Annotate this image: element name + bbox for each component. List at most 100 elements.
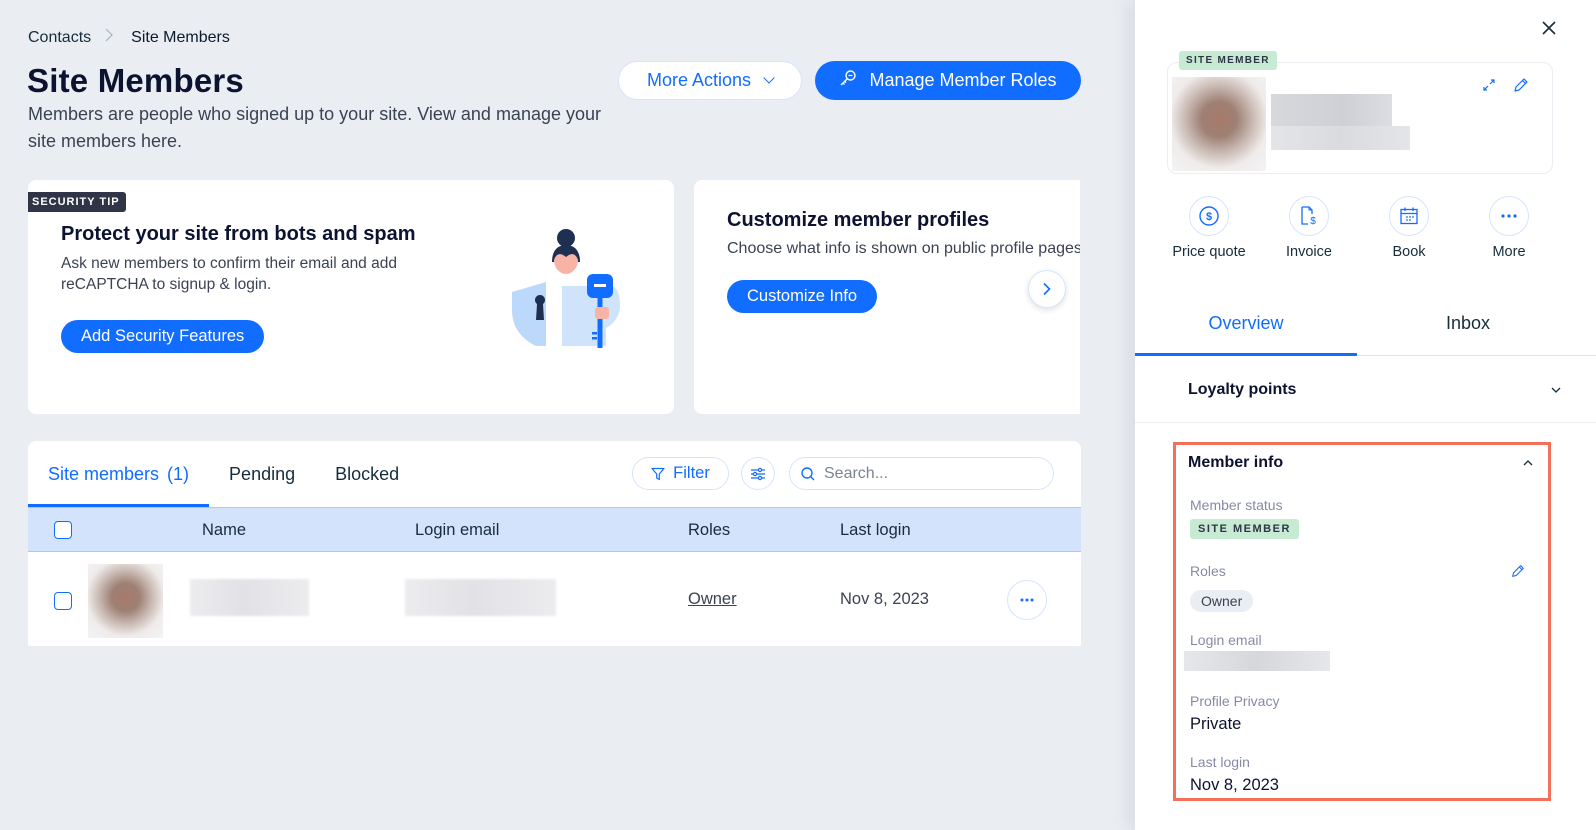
quick-action-label: Invoice [1286, 244, 1332, 260]
customize-profiles-card: Customize member profiles Choose what in… [694, 180, 1080, 414]
loyalty-points-section[interactable]: Loyalty points [1135, 357, 1596, 423]
profile-privacy-value: Private [1190, 715, 1242, 733]
quick-action-label: More [1492, 244, 1526, 260]
table-header: Name Login email Roles Last login [28, 507, 1081, 552]
tab-pending[interactable]: Pending [209, 441, 315, 507]
quick-action-label: Book [1392, 244, 1426, 260]
tab-label: Site members [48, 463, 160, 484]
quick-actions: $ Price quote $ Invoice Book More [1159, 196, 1579, 260]
table-settings-button[interactable] [741, 457, 775, 490]
member-details-panel: SITE MEMBER $ Price quote $ Invoice Book [1135, 0, 1596, 830]
breadcrumb-current: Site Members [131, 28, 230, 46]
tab-site-members[interactable]: Site members (1) [28, 441, 210, 507]
manage-member-roles-button[interactable]: Manage Member Roles [815, 61, 1081, 100]
roles-label: Roles [1190, 563, 1226, 579]
svg-text:$: $ [1310, 216, 1316, 227]
chevron-down-icon [763, 72, 775, 84]
row-checkbox[interactable] [54, 592, 72, 610]
book-action[interactable]: Book [1359, 196, 1459, 260]
chevron-down-icon [1551, 387, 1561, 393]
member-info-section: Member info Member status SITE MEMBER Ro… [1173, 442, 1551, 801]
tab-inbox[interactable]: Inbox [1357, 292, 1579, 355]
avatar [88, 564, 163, 638]
close-panel-button[interactable] [1538, 17, 1560, 39]
role-link[interactable]: Owner [688, 590, 737, 609]
security-card-description: Ask new members to confirm their email a… [61, 255, 397, 293]
dollar-icon: $ [1199, 206, 1219, 226]
last-login-label: Last login [1190, 754, 1250, 770]
more-actions-button[interactable]: More Actions [618, 61, 802, 100]
members-tabs: Site members (1) Pending Blocked [28, 441, 419, 507]
profile-name-redacted [1271, 94, 1392, 126]
members-table: Site members (1) Pending Blocked Filter … [28, 441, 1081, 646]
column-header-roles[interactable]: Roles [688, 521, 730, 540]
pencil-icon [1512, 565, 1524, 577]
edit-roles-button[interactable] [1510, 563, 1526, 579]
tab-blocked[interactable]: Blocked [315, 441, 419, 507]
filter-button[interactable]: Filter [632, 457, 729, 490]
column-header-last-login[interactable]: Last login [840, 521, 911, 540]
breadcrumb-contacts[interactable]: Contacts [28, 29, 91, 47]
column-header-email[interactable]: Login email [415, 521, 499, 540]
main-content: Contacts Site Members Site Members Membe… [0, 0, 1135, 830]
member-status-label: Member status [1190, 497, 1283, 513]
close-icon [1542, 21, 1556, 35]
member-name-redacted [190, 579, 309, 616]
last-login-value: Nov 8, 2023 [1190, 776, 1279, 794]
member-status-tag: SITE MEMBER [1179, 51, 1277, 70]
breadcrumb: Contacts Site Members [28, 28, 230, 47]
role-chip: Owner [1190, 590, 1254, 612]
price-quote-action[interactable]: $ Price quote [1159, 196, 1259, 260]
expand-icon [1483, 79, 1495, 91]
edit-profile-button[interactable] [1512, 76, 1530, 94]
security-card-title: Protect your site from bots and spam [61, 223, 416, 245]
row-more-actions-button[interactable] [1007, 580, 1047, 620]
customize-card-description: Choose what info is shown on public prof… [727, 240, 1080, 257]
profile-privacy-label: Profile Privacy [1190, 693, 1280, 709]
more-actions-label: More Actions [646, 70, 752, 90]
carousel-next-button[interactable] [1028, 270, 1066, 308]
tab-overview[interactable]: Overview [1135, 292, 1357, 356]
chevron-up-icon [1523, 460, 1533, 466]
security-illustration [512, 229, 620, 348]
loyalty-points-title: Loyalty points [1188, 380, 1297, 398]
profile-avatar [1172, 77, 1266, 171]
customize-info-button[interactable]: Customize Info [727, 280, 878, 313]
tab-count: (1) [167, 463, 190, 484]
login-email-label: Login email [1190, 632, 1262, 648]
page-title: Site Members [27, 62, 244, 99]
table-row[interactable]: Owner Nov 8, 2023 [28, 552, 1081, 646]
key-icon [839, 69, 857, 92]
expand-profile-button[interactable] [1480, 76, 1498, 94]
manage-member-roles-label: Manage Member Roles [869, 70, 1057, 90]
profile-email-redacted [1271, 126, 1410, 150]
invoice-icon: $ [1301, 206, 1316, 227]
more-action[interactable]: More [1459, 196, 1559, 260]
search-icon [801, 466, 815, 480]
quick-action-label: Price quote [1172, 244, 1246, 260]
search-input[interactable] [824, 464, 1034, 483]
chevron-right-icon [105, 28, 113, 47]
member-info-header[interactable]: Member info [1188, 450, 1534, 476]
page-subtitle: Members are people who signed up to your… [28, 104, 602, 151]
more-icon [1020, 598, 1034, 602]
member-info-title: Member info [1188, 454, 1284, 471]
calendar-icon [1400, 207, 1418, 225]
chevron-right-icon [1043, 282, 1051, 296]
invoice-action[interactable]: $ Invoice [1259, 196, 1359, 260]
last-login-date: Nov 8, 2023 [840, 590, 929, 608]
customize-card-title: Customize member profiles [727, 209, 990, 231]
filter-icon [651, 467, 665, 480]
svg-text:$: $ [1206, 211, 1212, 223]
pencil-icon [1514, 78, 1528, 92]
add-security-features-button[interactable]: Add Security Features [61, 320, 265, 353]
search-field [789, 457, 1054, 490]
column-header-name[interactable]: Name [202, 521, 246, 540]
select-all-checkbox[interactable] [54, 521, 72, 539]
member-status-badge: SITE MEMBER [1190, 519, 1299, 539]
more-icon [1501, 214, 1517, 218]
member-email-redacted [405, 579, 556, 616]
login-email-redacted [1184, 651, 1330, 671]
sliders-icon [751, 467, 765, 480]
tab-label: Pending [229, 463, 296, 484]
